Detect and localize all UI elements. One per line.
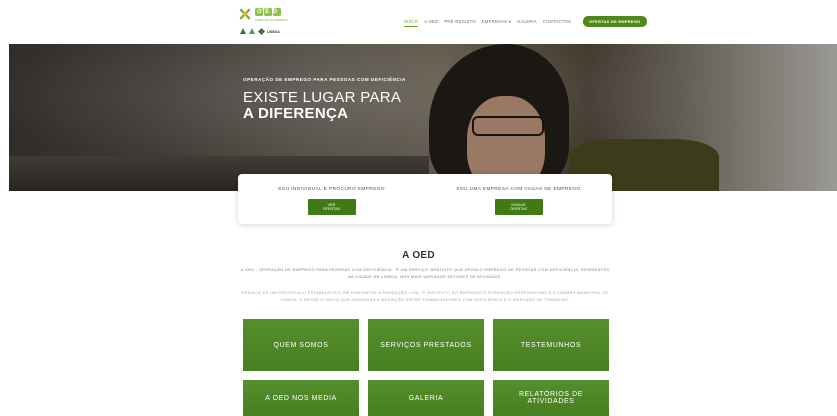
oed-logo[interactable]: OED OPERAÇÃO DE EMPREGO LISBOA: [237, 6, 299, 38]
card-individual-label: SOU INDIVIDUAL E PROCURO EMPREGO: [278, 186, 385, 191]
tile-label: QUEM SOMOS: [273, 341, 329, 349]
view-offers-button[interactable]: VER OFERTAS: [307, 199, 356, 215]
tile-testemunhos[interactable]: TESTEMUNHOS: [493, 319, 609, 371]
tile-label: A OED NOS MEDIA: [265, 394, 337, 402]
nav-item-inicio[interactable]: INÍCIO: [404, 17, 419, 27]
site-header: OED OPERAÇÃO DE EMPREGO LISBOA INÍCIO A …: [0, 0, 837, 45]
nav-item-a-oed[interactable]: A OED: [424, 17, 438, 26]
nav-item-empresas[interactable]: EMPRESAS ▾: [482, 17, 511, 26]
nav-item-galeria[interactable]: GALERIA: [517, 17, 537, 26]
hero-title: EXISTE LUGAR PARA A DIFERENÇA: [243, 90, 401, 122]
hero-overlay: [9, 44, 837, 191]
tile-quem-somos[interactable]: QUEM SOMOS: [243, 319, 359, 371]
hero-title-line2: A DIFERENÇA: [243, 105, 349, 122]
send-offers-button[interactable]: ENVIAR OFERTAS: [494, 199, 543, 215]
logo-subtitle: OPERAÇÃO DE EMPREGO: [255, 19, 289, 22]
tile-label: GALERIA: [408, 394, 444, 402]
tile-relatorios-atividades[interactable]: RELATÓRIOS DE ATIVIDADES: [493, 380, 609, 416]
tile-oed-nos-media[interactable]: A OED NOS MEDIA: [243, 380, 359, 416]
tile-label: TESTEMUNHOS: [520, 341, 582, 349]
tile-galeria[interactable]: GALERIA: [368, 380, 484, 416]
card-company-label: SOU UMA EMPRESA COM VAGAS DE EMPREGO: [456, 186, 581, 191]
tile-label: RELATÓRIOS DE ATIVIDADES: [518, 391, 584, 405]
logo-text: OED: [257, 8, 281, 15]
card-company: SOU UMA EMPRESA COM VAGAS DE EMPREGO ENV…: [425, 186, 612, 215]
about-paragraph-1: A OED - OPERAÇÃO DE EMPREGO PARA PESSOAS…: [240, 267, 610, 279]
cta-cards: SOU INDIVIDUAL E PROCURO EMPREGO VER OFE…: [238, 174, 612, 224]
tile-servicos-prestados[interactable]: SERVIÇOS PRESTADOS: [368, 319, 484, 371]
hero-banner: OPERAÇÃO DE EMPREGO PARA PESSOAS COM DEF…: [9, 44, 837, 191]
nav-item-contactos[interactable]: CONTACTOS: [543, 17, 571, 26]
main-nav: INÍCIO A OED PRÉ-REGISTO EMPRESAS ▾ GALE…: [404, 16, 647, 27]
hero-kicker: OPERAÇÃO DE EMPREGO PARA PESSOAS COM DEF…: [243, 77, 406, 82]
tile-label: SERVIÇOS PRESTADOS: [380, 341, 472, 349]
about-paragraph-2: RESULTA DE UM PROTOCOLO ESTABELECIDO EM …: [241, 290, 609, 302]
about-title: A OED: [402, 250, 435, 261]
card-individual: SOU INDIVIDUAL E PROCURO EMPREGO VER OFE…: [238, 186, 425, 215]
job-offers-button[interactable]: OFERTAS DE EMPREGO: [583, 16, 647, 27]
hero-title-line1: EXISTE LUGAR PARA: [243, 89, 402, 106]
logo-lisboa: LISBOA: [267, 30, 280, 34]
nav-item-pre-registo[interactable]: PRÉ-REGISTO: [444, 17, 476, 26]
